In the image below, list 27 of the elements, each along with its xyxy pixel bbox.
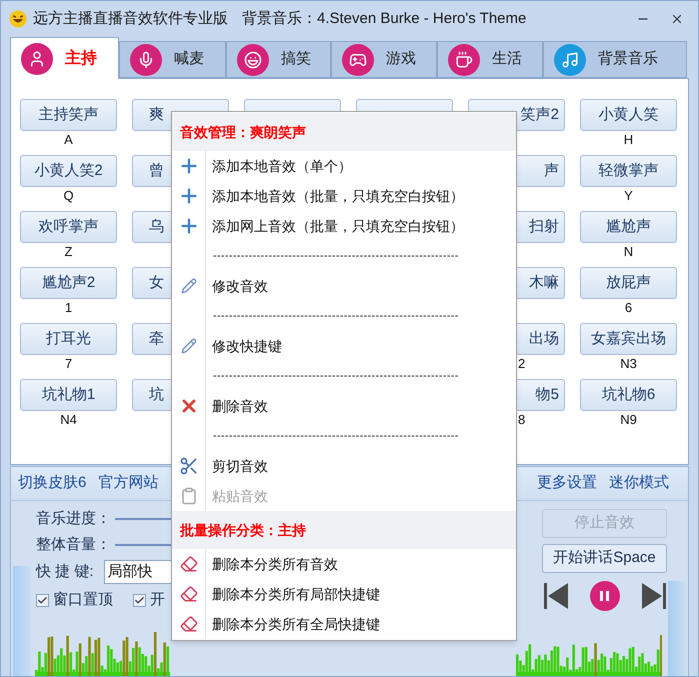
now-playing-text: 背景音乐：4.Steven Burke - Hero's Theme [242, 8, 526, 29]
progress-label: 音乐进度： [36, 508, 111, 529]
hotkey-label: N3 [620, 355, 637, 373]
hotkey-label: Y [624, 187, 633, 205]
menu-header: 批量操作分类：主持 [172, 511, 516, 549]
hotkey-label: 6 [624, 299, 632, 317]
menu-separator-text: -------------------------------------------------------------- [212, 309, 459, 324]
menu-header: 音效管理：爽朗笑声 [172, 113, 516, 151]
hotkey-label: N9 [620, 411, 637, 429]
checkbox-label: 开 [150, 590, 165, 610]
menu-separator-text: -------------------------------------------------------------- [212, 369, 459, 384]
hotkey-field-label: 快 捷 键: [36, 562, 94, 582]
hotkey-label: 8 [518, 411, 526, 429]
window-title: 远方主播直播音效软件专业版 [33, 8, 228, 29]
menu-separator-text: -------------------------------------------------------------- [212, 429, 459, 444]
menu-separator-text: -------------------------------------------------------------- [212, 249, 459, 264]
hotkey-label: H [624, 131, 634, 149]
hotkey-label: A [64, 131, 73, 149]
hotkey-label: 1 [64, 299, 72, 317]
hotkey-label: Z [64, 243, 72, 261]
hotkey-label: N [624, 243, 634, 261]
checkbox-label: 窗口置顶 [53, 590, 113, 610]
hotkey-label: Q [63, 187, 74, 205]
hotkey-label: 2 [518, 355, 526, 373]
hotkey-label: 7 [64, 355, 72, 373]
volume-label: 整体音量： [36, 534, 111, 555]
hotkey-label: N4 [60, 411, 77, 429]
